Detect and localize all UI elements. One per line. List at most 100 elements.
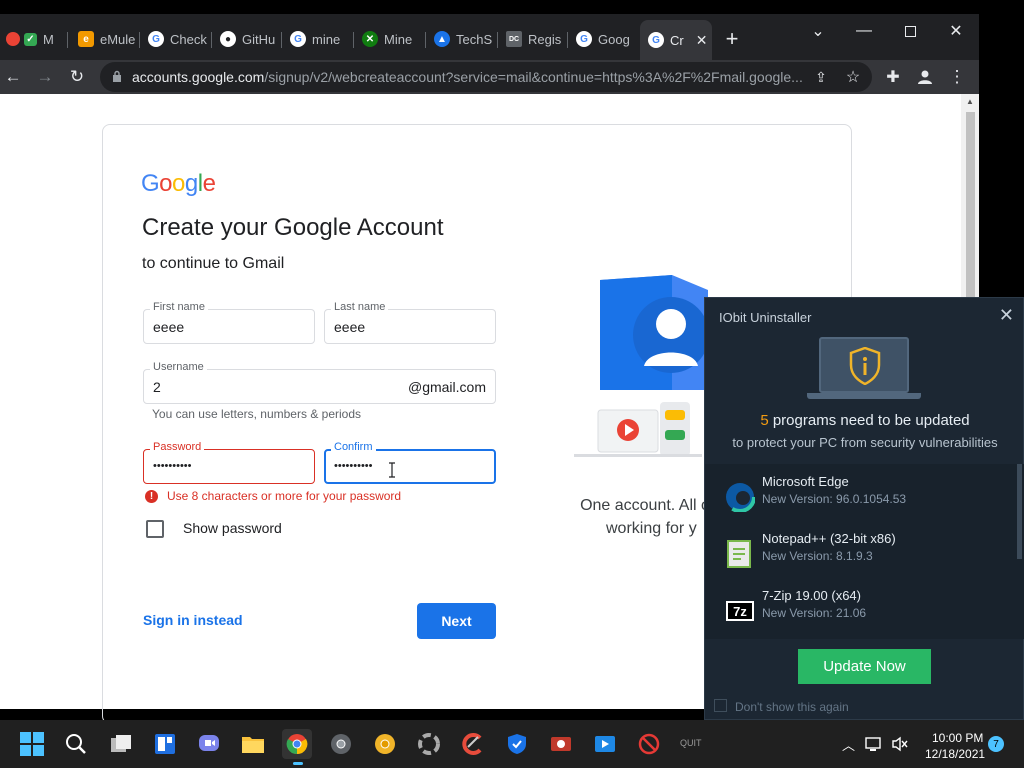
- page-title: Create your Google Account: [142, 214, 444, 241]
- program-name: Microsoft Edge: [762, 474, 849, 489]
- username-value: 2: [153, 379, 161, 395]
- back-icon[interactable]: ←: [0, 64, 26, 90]
- edge-icon: [725, 482, 755, 512]
- username-field[interactable]: Username 2 @gmail.com: [143, 361, 496, 404]
- tab-minecraft[interactable]: ✕ Mine: [362, 24, 426, 54]
- chrome-taskbar-icon[interactable]: [282, 729, 312, 759]
- quit-label[interactable]: QUIT: [680, 738, 702, 748]
- clock-date[interactable]: 12/18/2021: [925, 747, 985, 761]
- tab-favicon-icon: [6, 32, 20, 46]
- ccleaner-icon[interactable]: [458, 729, 488, 759]
- start-icon[interactable]: [17, 729, 47, 759]
- 7zip-icon: 7z: [726, 601, 754, 621]
- list-item[interactable]: Notepad++ (32-bit x86) New Version: 8.1.…: [725, 531, 995, 571]
- password-error: ! Use 8 characters or more for your pass…: [145, 489, 401, 503]
- browser-toolbar: ← → ↻ accounts.google.com/signup/v2/webc…: [0, 60, 979, 94]
- tab-check[interactable]: G Check: [148, 24, 212, 54]
- search-icon[interactable]: [61, 729, 91, 759]
- active-app-indicator: [293, 762, 303, 765]
- tab-label: mine: [312, 31, 341, 47]
- minimize-icon[interactable]: —: [841, 16, 887, 46]
- tab-create-account-active[interactable]: G Cr ✕: [640, 20, 712, 60]
- media-player-icon[interactable]: [590, 729, 620, 759]
- bookmark-star-icon[interactable]: ☆: [840, 64, 866, 90]
- tab-mine[interactable]: G mine: [290, 24, 354, 54]
- scrollbar-thumb[interactable]: [966, 112, 975, 312]
- defender-shield-icon[interactable]: [502, 729, 532, 759]
- tagline-line-1: One account. All o: [580, 497, 710, 514]
- new-tab-button[interactable]: +: [720, 27, 744, 51]
- tab-techsmith[interactable]: ▲ TechS: [434, 24, 498, 54]
- next-button[interactable]: Next: [417, 603, 496, 639]
- dmc-icon: DC: [506, 31, 522, 47]
- tray-overflow-icon[interactable]: ︿: [842, 735, 855, 754]
- notification-badge[interactable]: 7: [988, 736, 1004, 752]
- tab-label: Mine: [384, 31, 413, 47]
- volume-muted-icon[interactable]: [888, 729, 912, 759]
- task-view-icon[interactable]: [106, 729, 136, 759]
- last-name-field[interactable]: Last name eeee: [324, 301, 496, 344]
- tagline-line-2: working for y: [606, 520, 697, 537]
- close-window-icon[interactable]: ✕: [933, 16, 979, 46]
- program-name: 7-Zip 19.00 (x64): [762, 588, 861, 603]
- sign-in-instead-link[interactable]: Sign in instead: [143, 612, 243, 628]
- check-icon: ✓: [24, 32, 37, 46]
- share-icon[interactable]: ⇪: [808, 64, 834, 90]
- tab-gmail[interactable]: ✓ M: [6, 24, 68, 54]
- password-field[interactable]: Password ••••••••••: [143, 441, 315, 484]
- first-name-label: First name: [150, 301, 208, 313]
- scroll-up-icon[interactable]: ▲: [966, 97, 974, 106]
- tab-label: TechS: [456, 31, 493, 47]
- google-logo: Google: [141, 170, 216, 197]
- password-label: Password: [150, 441, 205, 453]
- network-icon[interactable]: [862, 729, 886, 759]
- dont-show-checkbox[interactable]: [714, 699, 727, 712]
- chrome-canary-icon[interactable]: [370, 729, 400, 759]
- screen-recorder-icon[interactable]: [546, 729, 576, 759]
- forward-icon[interactable]: →: [32, 64, 58, 90]
- list-scrollbar-thumb[interactable]: [1017, 464, 1022, 559]
- last-name-value: eeee: [334, 319, 366, 335]
- list-item[interactable]: Microsoft Edge New Version: 96.0.1054.53: [725, 474, 995, 514]
- profile-icon[interactable]: [912, 64, 938, 90]
- tab-label: GitHu: [242, 31, 276, 47]
- file-explorer-icon[interactable]: [238, 729, 268, 759]
- program-version: New Version: 21.06: [762, 606, 867, 620]
- menu-icon[interactable]: ⋮: [944, 64, 970, 90]
- techsmith-icon: ▲: [434, 31, 450, 47]
- tab-search-icon[interactable]: ⌄: [795, 16, 841, 46]
- chrome-dev-icon[interactable]: [326, 729, 356, 759]
- first-name-field[interactable]: First name eeee: [143, 301, 315, 344]
- address-bar[interactable]: accounts.google.com/signup/v2/webcreatea…: [100, 62, 872, 92]
- show-password-label[interactable]: Show password: [183, 520, 282, 536]
- teams-chat-icon[interactable]: [194, 729, 224, 759]
- clock-time[interactable]: 10:00 PM: [932, 731, 983, 745]
- tab-strip: ✓ M e eMule G Check ● GitHu G mine ✕ Min…: [0, 14, 979, 60]
- update-now-button[interactable]: Update Now: [798, 649, 931, 684]
- dont-show-label[interactable]: Don't show this again: [735, 700, 849, 714]
- close-tab-icon[interactable]: ✕: [696, 32, 708, 49]
- close-icon[interactable]: ✕: [999, 305, 1014, 326]
- maximize-icon[interactable]: [887, 16, 933, 46]
- tab-github[interactable]: ● GitHu: [220, 24, 282, 54]
- screen: ✓ M e eMule G Check ● GitHu G mine ✕ Min…: [0, 0, 1024, 768]
- tab-register[interactable]: DC Regis: [506, 24, 568, 54]
- camtasia-icon[interactable]: [414, 729, 444, 759]
- show-password-checkbox[interactable]: [146, 520, 164, 538]
- tab-emule[interactable]: e eMule: [78, 24, 140, 54]
- xbox-icon: ✕: [362, 31, 378, 47]
- gmail-suffix: @gmail.com: [407, 379, 486, 395]
- confirm-password-field[interactable]: Confirm ••••••••••: [324, 441, 496, 484]
- reload-icon[interactable]: ↻: [64, 64, 90, 90]
- password-value: ••••••••••: [153, 460, 192, 472]
- confirm-value: ••••••••••: [334, 460, 373, 472]
- emule-icon: e: [78, 31, 94, 47]
- extensions-icon[interactable]: ✚: [880, 64, 906, 90]
- widgets-icon[interactable]: [150, 729, 180, 759]
- taskbar: QUIT ︿ 10:00 PM 12/18/2021 7: [0, 720, 1024, 768]
- list-item[interactable]: 7z 7-Zip 19.00 (x64) New Version: 21.06: [725, 588, 995, 628]
- tab-google[interactable]: G Goog: [576, 24, 638, 54]
- google-icon: G: [648, 32, 664, 48]
- blocked-app-icon[interactable]: [634, 729, 664, 759]
- text-cursor-icon: [389, 462, 395, 478]
